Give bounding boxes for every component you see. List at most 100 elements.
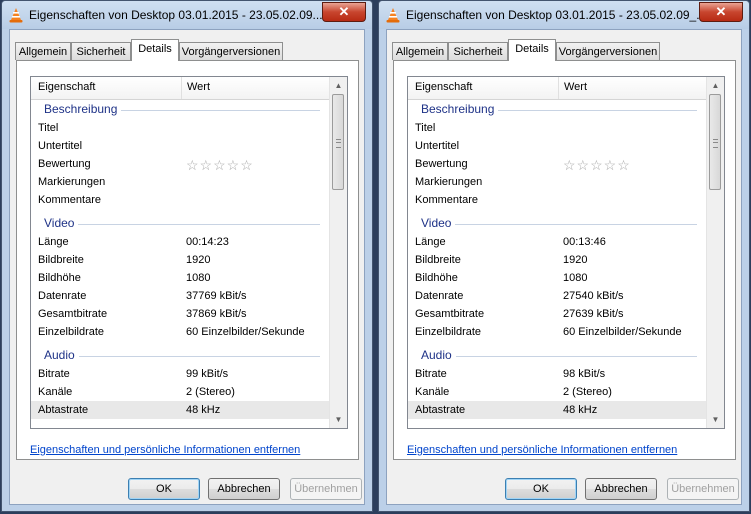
tab-allgemein[interactable]: Allgemein bbox=[392, 42, 448, 60]
grip-icon bbox=[713, 139, 718, 148]
row-height[interactable]: Bildhöhe 1080 bbox=[408, 269, 707, 287]
property-name: Einzelbildrate bbox=[38, 326, 105, 338]
property-list: Eigenschaft Wert Beschreibung Titel Unte… bbox=[407, 76, 725, 429]
tab-sicherheit[interactable]: Sicherheit bbox=[448, 42, 508, 60]
row-bitrate[interactable]: Bitrate 98 kBit/s bbox=[408, 365, 707, 383]
row-channels[interactable]: Kanäle 2 (Stereo) bbox=[31, 383, 330, 401]
row-subtitle[interactable]: Untertitel bbox=[408, 137, 707, 155]
property-name: Kanäle bbox=[415, 386, 450, 398]
property-value: 27540 kBit/s bbox=[563, 290, 624, 302]
column-header-property[interactable]: Eigenschaft bbox=[38, 81, 95, 93]
details-panel: Eigenschaft Wert Beschreibung Titel Unte… bbox=[16, 60, 359, 460]
row-subtitle[interactable]: Untertitel bbox=[31, 137, 330, 155]
row-datarate[interactable]: Datenrate 27540 kBit/s bbox=[408, 287, 707, 305]
scroll-thumb[interactable] bbox=[709, 94, 721, 190]
tab-details[interactable]: Details bbox=[131, 39, 179, 61]
cancel-button[interactable]: Abbrechen bbox=[208, 478, 280, 500]
row-framerate[interactable]: Einzelbildrate 60 Einzelbilder/Sekunde bbox=[408, 323, 707, 341]
star-icon[interactable]: ☆☆☆☆☆ bbox=[563, 157, 631, 174]
row-framerate[interactable]: Einzelbildrate 60 Einzelbilder/Sekunde bbox=[31, 323, 330, 341]
property-value: 60 Einzelbilder/Sekunde bbox=[186, 326, 305, 338]
property-name: Bildhöhe bbox=[415, 272, 458, 284]
remove-properties-link[interactable]: Eigenschaften und persönliche Informatio… bbox=[30, 444, 300, 456]
property-name: Bildbreite bbox=[415, 254, 461, 266]
group-label: Beschreibung bbox=[44, 102, 122, 116]
row-title[interactable]: Titel bbox=[408, 119, 707, 137]
tab-vorgaengerversionen[interactable]: Vorgängerversionen bbox=[179, 42, 283, 60]
row-rating[interactable]: Bewertung ☆☆☆☆☆ bbox=[408, 155, 707, 173]
property-name: Bitrate bbox=[415, 368, 447, 380]
tab-allgemein[interactable]: Allgemein bbox=[15, 42, 71, 60]
star-icon[interactable]: ☆☆☆☆☆ bbox=[186, 157, 254, 174]
title-bar[interactable]: Eigenschaften von Desktop 03.01.2015 - 2… bbox=[2, 1, 372, 29]
row-comments[interactable]: Kommentare bbox=[408, 191, 707, 209]
column-divider[interactable] bbox=[181, 77, 182, 99]
row-length[interactable]: Länge 00:13:46 bbox=[408, 233, 707, 251]
property-name: Länge bbox=[38, 236, 69, 248]
vlc-cone-icon bbox=[9, 8, 23, 23]
group-label: Beschreibung bbox=[421, 102, 499, 116]
row-height[interactable]: Bildhöhe 1080 bbox=[31, 269, 330, 287]
chevron-down-icon[interactable]: ▼ bbox=[707, 411, 724, 428]
column-header-value[interactable]: Wert bbox=[187, 81, 210, 93]
tab-vorgaengerversionen[interactable]: Vorgängerversionen bbox=[556, 42, 660, 60]
title-bar[interactable]: Eigenschaften von Desktop 03.01.2015 - 2… bbox=[379, 1, 749, 29]
row-datarate[interactable]: Datenrate 37769 kBit/s bbox=[31, 287, 330, 305]
group-video: Video bbox=[31, 214, 330, 232]
property-value: 00:14:23 bbox=[186, 236, 229, 248]
group-audio: Audio bbox=[31, 346, 330, 364]
row-title[interactable]: Titel bbox=[31, 119, 330, 137]
property-name: Untertitel bbox=[38, 140, 83, 152]
close-button[interactable]: ✕ bbox=[322, 2, 366, 22]
ok-button[interactable]: OK bbox=[128, 478, 200, 500]
vertical-scrollbar[interactable]: ▲ ▼ bbox=[329, 77, 347, 428]
row-comments[interactable]: Kommentare bbox=[31, 191, 330, 209]
row-width[interactable]: Bildbreite 1920 bbox=[31, 251, 330, 269]
property-name: Markierungen bbox=[38, 176, 106, 188]
column-divider[interactable] bbox=[558, 77, 559, 99]
property-value: 2 (Stereo) bbox=[186, 386, 235, 398]
property-list: Eigenschaft Wert Beschreibung Titel Unte… bbox=[30, 76, 348, 429]
row-tags[interactable]: Markierungen bbox=[31, 173, 330, 191]
chevron-up-icon[interactable]: ▲ bbox=[707, 77, 724, 94]
chevron-down-icon[interactable]: ▼ bbox=[330, 411, 347, 428]
column-header-value[interactable]: Wert bbox=[564, 81, 587, 93]
row-totalbitrate[interactable]: Gesamtbitrate 27639 kBit/s bbox=[408, 305, 707, 323]
vertical-scrollbar[interactable]: ▲ ▼ bbox=[706, 77, 724, 428]
group-video: Video bbox=[408, 214, 707, 232]
property-name: Bewertung bbox=[415, 158, 468, 170]
chevron-up-icon[interactable]: ▲ bbox=[330, 77, 347, 94]
close-button[interactable]: ✕ bbox=[699, 2, 743, 22]
list-header: Eigenschaft Wert bbox=[408, 77, 707, 100]
property-name: Einzelbildrate bbox=[415, 326, 482, 338]
row-rating[interactable]: Bewertung ☆☆☆☆☆ bbox=[31, 155, 330, 173]
scroll-thumb[interactable] bbox=[332, 94, 344, 190]
remove-properties-link[interactable]: Eigenschaften und persönliche Informatio… bbox=[407, 444, 677, 456]
group-divider bbox=[421, 224, 697, 225]
row-samplerate[interactable]: Abtastrate 48 kHz bbox=[408, 401, 707, 419]
cancel-button[interactable]: Abbrechen bbox=[585, 478, 657, 500]
row-samplerate[interactable]: Abtastrate 48 kHz bbox=[31, 401, 330, 419]
row-bitrate[interactable]: Bitrate 99 kBit/s bbox=[31, 365, 330, 383]
row-totalbitrate[interactable]: Gesamtbitrate 37869 kBit/s bbox=[31, 305, 330, 323]
group-label: Video bbox=[421, 216, 456, 230]
property-value: 27639 kBit/s bbox=[563, 308, 624, 320]
row-length[interactable]: Länge 00:14:23 bbox=[31, 233, 330, 251]
grip-icon bbox=[336, 139, 341, 148]
apply-button[interactable]: Übernehmen bbox=[290, 478, 362, 500]
group-audio: Audio bbox=[408, 346, 707, 364]
property-value: 60 Einzelbilder/Sekunde bbox=[563, 326, 682, 338]
row-width[interactable]: Bildbreite 1920 bbox=[408, 251, 707, 269]
column-header-property[interactable]: Eigenschaft bbox=[415, 81, 472, 93]
property-name: Bewertung bbox=[38, 158, 91, 170]
tab-details[interactable]: Details bbox=[508, 39, 556, 61]
tab-sicherheit[interactable]: Sicherheit bbox=[71, 42, 131, 60]
ok-button[interactable]: OK bbox=[505, 478, 577, 500]
dialog-client: Allgemein Sicherheit Details Vorgängerve… bbox=[386, 29, 742, 505]
group-label: Video bbox=[44, 216, 79, 230]
property-value: 98 kBit/s bbox=[563, 368, 606, 380]
row-tags[interactable]: Markierungen bbox=[408, 173, 707, 191]
row-channels[interactable]: Kanäle 2 (Stereo) bbox=[408, 383, 707, 401]
group-divider bbox=[421, 356, 697, 357]
apply-button[interactable]: Übernehmen bbox=[667, 478, 739, 500]
